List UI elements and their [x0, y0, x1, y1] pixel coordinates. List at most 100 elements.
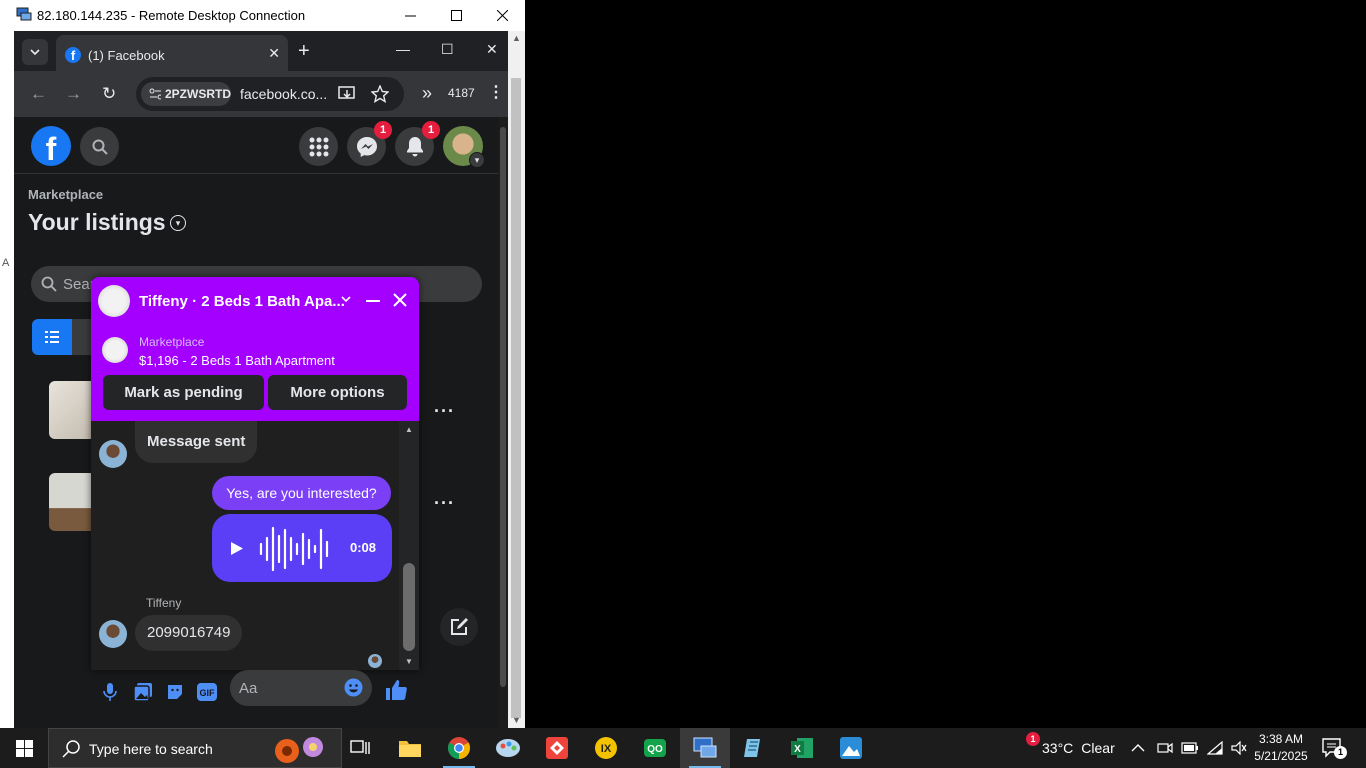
action-center-button[interactable]: 1	[1322, 738, 1347, 763]
install-app-icon[interactable]	[338, 85, 356, 103]
photos-app[interactable]	[827, 728, 875, 768]
reload-icon[interactable]: ↻	[102, 84, 116, 104]
browser-close-icon[interactable]: ✕	[486, 41, 498, 58]
bookmark-star-icon[interactable]	[371, 85, 389, 103]
chrome-app[interactable]	[435, 728, 483, 768]
remote-desktop: f (1) Facebook ✕ + — ☐ ✕ ← → ↻ 2PZWSRTD …	[14, 31, 508, 728]
excel-app[interactable]: X	[778, 728, 826, 768]
task-view-button[interactable]	[336, 728, 384, 768]
rdp-title-bar: 82.180.144.235 - Remote Desktop Connecti…	[0, 0, 525, 31]
volume-muted-icon[interactable]	[1231, 741, 1247, 755]
app-taskbar-3[interactable]	[484, 728, 532, 768]
notifications-button[interactable]: 1	[395, 121, 440, 166]
fb-search-button[interactable]	[80, 127, 119, 166]
profile-avatar[interactable]: ▾	[443, 126, 485, 168]
browser-maximize-icon[interactable]: ☐	[441, 41, 454, 58]
battery-icon[interactable]	[1181, 742, 1199, 754]
chat-context-title[interactable]: $1,196 - 2 Beds 1 Bath Apartment	[139, 353, 335, 368]
forward-icon[interactable]: →	[65, 84, 82, 104]
address-bar[interactable]: 2PZWSRTD facebook.co...	[136, 77, 404, 111]
chat-avatar[interactable]	[98, 285, 130, 317]
anydesk-app[interactable]	[533, 728, 581, 768]
emoji-icon[interactable]	[344, 678, 363, 697]
browser-toolbar: ← → ↻ 2PZWSRTD facebook.co... » 4187 ⋮	[14, 71, 508, 117]
task-view-icon	[350, 740, 370, 754]
mark-as-pending-button[interactable]: Mark as pending	[103, 375, 264, 410]
gif-icon[interactable]: GIF	[197, 683, 217, 701]
new-tab-icon[interactable]: +	[298, 40, 310, 63]
thumbs-up-icon[interactable]	[385, 679, 407, 701]
sender-avatar	[99, 440, 127, 468]
remote-desktop-app[interactable]	[680, 728, 730, 768]
scroll-down-icon[interactable]: ▼	[405, 657, 413, 666]
search-icon	[92, 139, 108, 155]
extension-count: 4187	[448, 86, 475, 100]
back-icon[interactable]: ←	[30, 84, 47, 104]
breadcrumb[interactable]: Marketplace	[28, 187, 103, 202]
tab-facebook[interactable]: f (1) Facebook ✕	[56, 35, 288, 71]
microphone-icon[interactable]	[103, 683, 117, 701]
sticker-icon[interactable]	[166, 683, 184, 701]
message-input-placeholder: Aa	[239, 680, 258, 697]
meet-now-icon[interactable]	[1157, 740, 1173, 756]
site-info-chip[interactable]: 2PZWSRTD	[141, 82, 231, 106]
rdp-scroll-thumb[interactable]	[511, 78, 521, 718]
page-scroll-thumb[interactable]	[500, 127, 506, 687]
search-icon	[41, 276, 57, 292]
browser-menu-icon[interactable]: ⋮	[488, 82, 504, 102]
app-taskbar-8[interactable]	[730, 728, 778, 768]
browser-minimize-icon[interactable]: —	[396, 41, 410, 57]
scroll-up-icon[interactable]: ▲	[512, 33, 521, 43]
chevron-down-icon[interactable]	[341, 296, 351, 303]
scroll-up-icon[interactable]: ▲	[405, 425, 413, 434]
chat-title[interactable]: Tiffeny · 2 Beds 1 Bath Apa...	[139, 293, 345, 310]
chat-scrollbar[interactable]: ▲ ▼	[399, 421, 419, 670]
weather-widget[interactable]: 1 33°C Clear	[1010, 728, 1115, 768]
rdp-maximize-button[interactable]	[433, 0, 479, 31]
app-taskbar-6[interactable]: QO	[631, 728, 679, 768]
clock-date: 5/21/2025	[1254, 749, 1308, 763]
taskbar-clock[interactable]: 3:38 AM 5/21/2025	[1252, 731, 1310, 765]
messenger-button[interactable]: 1	[347, 121, 392, 166]
browser-tab-bar: f (1) Facebook ✕ + — ☐ ✕	[14, 31, 508, 71]
wifi-icon[interactable]	[1207, 741, 1223, 755]
chat-scroll-thumb[interactable]	[403, 563, 415, 651]
start-button[interactable]	[0, 728, 48, 768]
folder-icon	[399, 741, 421, 757]
title-dropdown-icon[interactable]: ▾	[170, 215, 186, 231]
rdp-minimize-button[interactable]	[387, 0, 433, 31]
chat-composer: GIF Aa	[91, 667, 501, 725]
grid-menu-icon	[309, 137, 328, 156]
minimize-chat-icon[interactable]	[366, 300, 380, 302]
extensions-overflow-icon[interactable]: »	[422, 83, 432, 104]
more-options-button[interactable]: More options	[268, 375, 407, 410]
fb-header: f 1 1 ▾	[14, 117, 498, 174]
rdp-close-button[interactable]	[479, 0, 525, 31]
waveform-icon	[259, 526, 329, 572]
clock-time: 3:38 AM	[1258, 732, 1304, 746]
file-explorer-app[interactable]	[386, 728, 434, 768]
play-icon[interactable]	[230, 541, 244, 556]
tab-search-button[interactable]	[22, 39, 48, 65]
new-message-button[interactable]	[440, 608, 478, 646]
more-icon[interactable]: ···	[434, 401, 455, 422]
photo-icon[interactable]	[134, 683, 152, 701]
notifications-badge: 1	[422, 121, 440, 139]
facebook-logo[interactable]: f	[31, 126, 71, 166]
menu-button[interactable]	[299, 127, 338, 166]
scroll-down-icon[interactable]: ▼	[512, 715, 521, 725]
search-highlight-icon	[275, 737, 323, 763]
chevron-down-icon	[30, 49, 40, 55]
show-hidden-icons-icon[interactable]	[1131, 743, 1145, 753]
close-chat-icon[interactable]	[393, 293, 407, 307]
rdp-left-strip: A	[0, 31, 14, 728]
message-input[interactable]: Aa	[230, 670, 372, 706]
photos-icon	[840, 737, 862, 759]
tab-close-icon[interactable]: ✕	[268, 45, 280, 62]
more-icon[interactable]: ···	[434, 493, 455, 514]
page-scrollbar[interactable]	[498, 117, 508, 728]
ixl-app[interactable]: IX	[582, 728, 630, 768]
taskbar-search-box[interactable]: Type here to search	[48, 728, 342, 768]
rdp-scrollbar[interactable]: ▲ ▼	[508, 31, 525, 728]
list-view-button[interactable]	[32, 319, 72, 355]
